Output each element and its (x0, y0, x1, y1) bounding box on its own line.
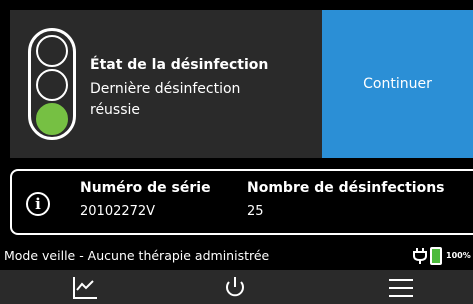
continue-button[interactable]: Continuer (322, 10, 473, 158)
mode-status-text: Mode veille - Aucune thérapie administré… (4, 248, 270, 263)
plug-icon (413, 248, 427, 264)
menu-icon (389, 279, 413, 297)
serial-number-label: Numéro de série (80, 180, 211, 196)
disinfection-status-line-2: réussie (90, 102, 141, 118)
serial-number-value: 20102272V (80, 204, 156, 219)
battery-icon (430, 247, 442, 265)
battery-percent-label: 100% (446, 251, 471, 260)
power-nav-button[interactable] (200, 270, 270, 304)
menu-nav-button[interactable] (366, 270, 436, 304)
disinfection-status-panel: État de la désinfection Dernière désinfe… (10, 10, 322, 158)
bottom-nav-bar (0, 270, 473, 304)
graph-nav-button[interactable] (50, 270, 120, 304)
status-bar: Mode veille - Aucune thérapie administré… (0, 245, 473, 267)
disinfection-count-value: 25 (247, 204, 264, 219)
disinfection-status-line-1: Dernière désinfection (90, 81, 241, 97)
disinfection-status-title: État de la désinfection (90, 57, 269, 73)
power-icon (226, 277, 244, 297)
traffic-light-lamp-top (36, 35, 68, 67)
traffic-light-icon (28, 28, 76, 140)
disinfection-count-label: Nombre de désinfections (247, 180, 445, 196)
device-info-panel: i Numéro de série 20102272V Nombre de dé… (10, 169, 473, 235)
graph-icon (73, 277, 97, 299)
battery-level-fill (432, 249, 440, 263)
traffic-light-lamp-green (36, 103, 68, 135)
device-screen: État de la désinfection Dernière désinfe… (0, 0, 473, 304)
traffic-light-lamp-middle (36, 69, 68, 101)
info-icon[interactable]: i (26, 192, 50, 216)
